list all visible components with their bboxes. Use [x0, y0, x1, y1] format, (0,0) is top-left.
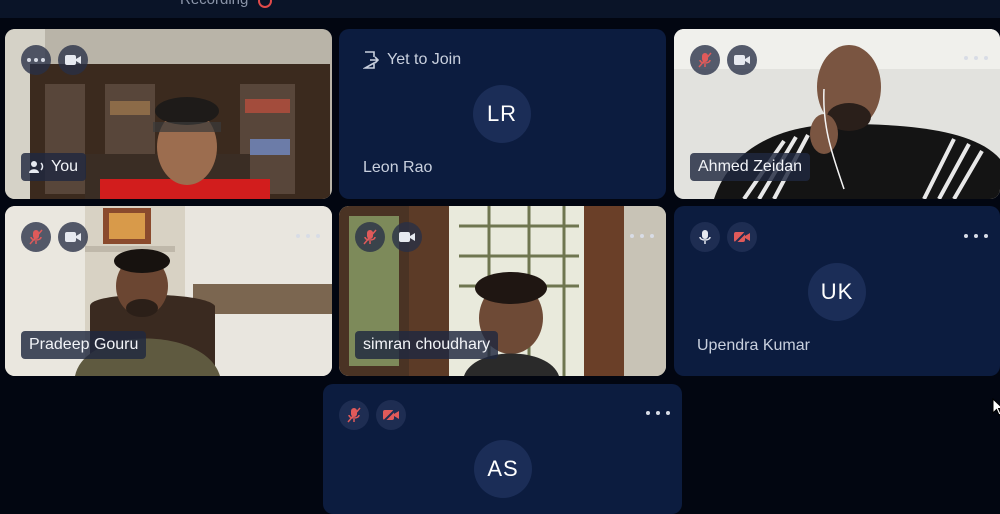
more-options-icon[interactable]: [630, 229, 654, 243]
camera-toggle[interactable]: [392, 222, 422, 252]
camera-icon: [734, 55, 750, 65]
recording-label: Recording: [180, 0, 248, 8]
camera-icon: [65, 55, 81, 65]
participant-name: You: [51, 158, 78, 175]
more-options-icon[interactable]: [646, 406, 670, 420]
mute-toggle[interactable]: [339, 400, 369, 430]
mute-toggle[interactable]: [690, 45, 720, 75]
participant-name: Ahmed Zeidan: [698, 158, 803, 175]
mic-off-icon: [363, 229, 377, 245]
join-status: Yet to Join: [363, 51, 461, 69]
participant-tile-as[interactable]: AS: [323, 384, 682, 514]
mute-toggle[interactable]: [690, 222, 720, 252]
participant-name-tag: Ahmed Zeidan: [690, 153, 811, 181]
participant-tile-ahmed-zeidan[interactable]: Ahmed Zeidan: [674, 29, 1000, 199]
mic-off-icon: [29, 229, 43, 245]
avatar-initials: UK: [808, 263, 866, 321]
mouse-cursor-icon: [992, 398, 1000, 416]
mute-toggle[interactable]: [21, 222, 51, 252]
more-options-icon[interactable]: [964, 229, 988, 243]
more-options-icon: [27, 53, 45, 67]
participant-name: Pradeep Gouru: [29, 336, 139, 353]
mic-off-icon: [347, 407, 361, 423]
door-exit-icon: [363, 51, 379, 69]
camera-toggle[interactable]: [376, 400, 406, 430]
more-options-icon[interactable]: [296, 229, 320, 243]
avatar-initials: AS: [474, 440, 532, 498]
participant-tile-simran-choudhary[interactable]: simran choudhary: [339, 206, 666, 376]
participant-tile-leon-rao[interactable]: Yet to Join LR Leon Rao: [339, 29, 666, 199]
participant-name: simran choudhary: [363, 336, 491, 353]
camera-icon: [65, 232, 81, 242]
more-options-button[interactable]: [21, 45, 51, 75]
mic-icon: [699, 230, 711, 244]
recording-dot-icon: [258, 0, 272, 8]
camera-toggle[interactable]: [727, 45, 757, 75]
participant-tile-upendra-kumar[interactable]: UK Upendra Kumar: [674, 206, 1000, 376]
speaking-icon: [29, 161, 44, 173]
camera-toggle[interactable]: [727, 222, 757, 252]
camera-off-icon: [383, 408, 399, 422]
camera-off-icon: [734, 230, 750, 244]
participant-name-tag: Pradeep Gouru: [21, 331, 147, 359]
participant-tile-you[interactable]: You: [5, 29, 332, 199]
camera-icon: [399, 232, 415, 242]
mute-toggle[interactable]: [355, 222, 385, 252]
more-options-icon[interactable]: [964, 51, 988, 65]
avatar-initials: LR: [473, 85, 531, 143]
camera-toggle[interactable]: [58, 45, 88, 75]
meeting-top-bar: Recording: [0, 0, 1000, 18]
join-status-label: Yet to Join: [387, 51, 462, 68]
participant-name-tag: simran choudhary: [355, 331, 499, 359]
participant-tile-pradeep-gouru[interactable]: Pradeep Gouru: [5, 206, 332, 376]
camera-toggle[interactable]: [58, 222, 88, 252]
participant-name: Upendra Kumar: [697, 337, 810, 354]
participant-name: Leon Rao: [363, 159, 433, 176]
participant-name-tag: You: [21, 153, 86, 181]
mic-off-icon: [698, 52, 712, 68]
